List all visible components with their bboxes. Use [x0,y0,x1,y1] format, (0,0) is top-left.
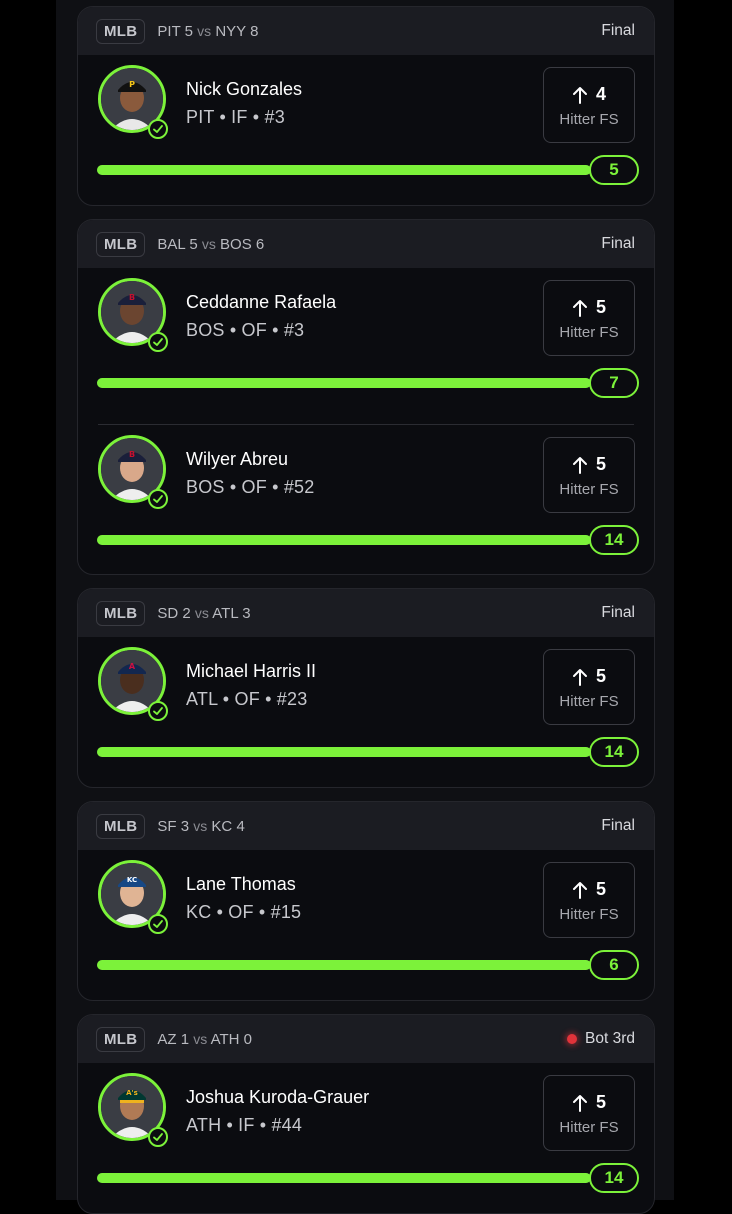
hitter-fs-box[interactable]: 5 Hitter FS [543,437,635,513]
matchup-score: SD 2 vs ATL 3 [157,604,251,622]
svg-text:A's: A's [126,1089,138,1097]
game-header: MLB SD 2 vs ATL 3 Final [78,589,654,637]
player-info: KC • OF • #15 [186,902,302,922]
game-status: Bot 3rd [567,1015,635,1063]
player-row[interactable]: B Ceddanne Rafaela BOS • OF • #3 5 Hitte… [78,268,654,424]
matchup-score: PIT 5 vs NYY 8 [157,22,259,40]
verified-check-icon [148,914,168,934]
progress-track [97,1173,591,1183]
player-name[interactable]: Lane Thomas [186,874,296,895]
matchup-score: AZ 1 vs ATH 0 [157,1030,252,1048]
progress-track [97,378,591,388]
progress-fill [97,165,591,175]
progress-value-pill: 14 [589,1163,639,1193]
game-header: MLB PIT 5 vs NYY 8 Final [78,7,654,55]
verified-check-icon [148,332,168,352]
game-header: MLB SF 3 vs KC 4 Final [78,802,654,850]
player-row[interactable]: B Wilyer Abreu BOS • OF • #52 5 Hitter F… [97,424,639,574]
game-card[interactable]: MLB BAL 5 vs BOS 6 Final B Ceddanne Rafa… [77,219,655,575]
progress-track [97,165,591,175]
arrow-up-icon [572,299,587,317]
svg-text:B: B [129,450,135,459]
verified-check-icon [148,119,168,139]
progress-value-pill: 6 [589,950,639,980]
league-badge: MLB [96,600,146,626]
player-name[interactable]: Ceddanne Rafaela [186,292,336,313]
progress-track [97,535,591,545]
game-status: Final [601,604,635,621]
progress-fill [97,960,591,970]
player-info: ATL • OF • #23 [186,689,308,709]
progress-track [97,960,591,970]
player-info: BOS • OF • #52 [186,477,315,497]
arrow-up-icon [572,1094,587,1112]
game-status: Final [601,22,635,39]
verified-check-icon [148,701,168,721]
league-badge: MLB [96,813,146,839]
progress-value-pill: 14 [589,737,639,767]
player-name[interactable]: Wilyer Abreu [186,449,288,470]
game-status: Final [601,235,635,252]
hitter-fs-box[interactable]: 5 Hitter FS [543,280,635,356]
verified-check-icon [148,489,168,509]
progress-track [97,747,591,757]
game-status: Final [601,817,635,834]
player-name[interactable]: Nick Gonzales [186,79,302,100]
player-info: PIT • IF • #3 [186,107,285,127]
game-header: MLB AZ 1 vs ATH 0 Bot 3rd [78,1015,654,1063]
progress-fill [97,378,591,388]
matchup-score: BAL 5 vs BOS 6 [157,235,265,253]
hitter-fs-box[interactable]: 5 Hitter FS [543,862,635,938]
progress-value-pill: 14 [589,525,639,555]
game-card[interactable]: MLB SF 3 vs KC 4 Final KC Lane Thomas KC… [77,801,655,1001]
player-row[interactable]: KC Lane Thomas KC • OF • #15 5 Hitter FS… [78,850,654,1000]
right-backdrop [674,0,732,1200]
player-info: BOS • OF • #3 [186,320,305,340]
arrow-up-icon [572,456,587,474]
arrow-up-icon [572,86,587,104]
progress-fill [97,1173,591,1183]
hitter-fs-box[interactable]: 5 Hitter FS [543,649,635,725]
player-name[interactable]: Joshua Kuroda-Grauer [186,1087,369,1108]
progress-value-pill: 5 [589,155,639,185]
verified-check-icon [148,1127,168,1147]
game-card[interactable]: MLB SD 2 vs ATL 3 Final A Michael Harris… [77,588,655,788]
arrow-up-icon [572,881,587,899]
matchup-score: SF 3 vs KC 4 [157,817,245,835]
left-backdrop [0,0,56,1200]
hitter-fs-box[interactable]: 5 Hitter FS [543,1075,635,1151]
arrow-up-icon [572,668,587,686]
player-name[interactable]: Michael Harris II [186,661,316,682]
progress-value-pill: 7 [589,368,639,398]
player-row[interactable]: A Michael Harris II ATL • OF • #23 5 Hit… [78,637,654,787]
player-info: ATH • IF • #44 [186,1115,303,1135]
progress-fill [97,535,591,545]
player-row[interactable]: P Nick Gonzales PIT • IF • #3 4 Hitter F… [78,55,654,205]
svg-text:P: P [129,80,135,89]
svg-text:B: B [129,293,135,302]
player-row[interactable]: A's Joshua Kuroda-Grauer ATH • IF • #44 … [78,1063,654,1213]
live-indicator-icon [567,1034,578,1044]
game-feed[interactable]: MLB PIT 5 vs NYY 8 Final P Nick Gonzales… [56,0,674,1214]
svg-text:KC: KC [127,876,137,884]
game-card[interactable]: MLB PIT 5 vs NYY 8 Final P Nick Gonzales… [77,6,655,206]
league-badge: MLB [96,231,146,257]
league-badge: MLB [96,18,146,44]
hitter-fs-box[interactable]: 4 Hitter FS [543,67,635,143]
progress-fill [97,747,591,757]
game-card[interactable]: MLB AZ 1 vs ATH 0 Bot 3rd A's Joshua Kur… [77,1014,655,1214]
game-header: MLB BAL 5 vs BOS 6 Final [78,220,654,268]
svg-text:A: A [129,662,136,671]
league-badge: MLB [96,1026,146,1052]
